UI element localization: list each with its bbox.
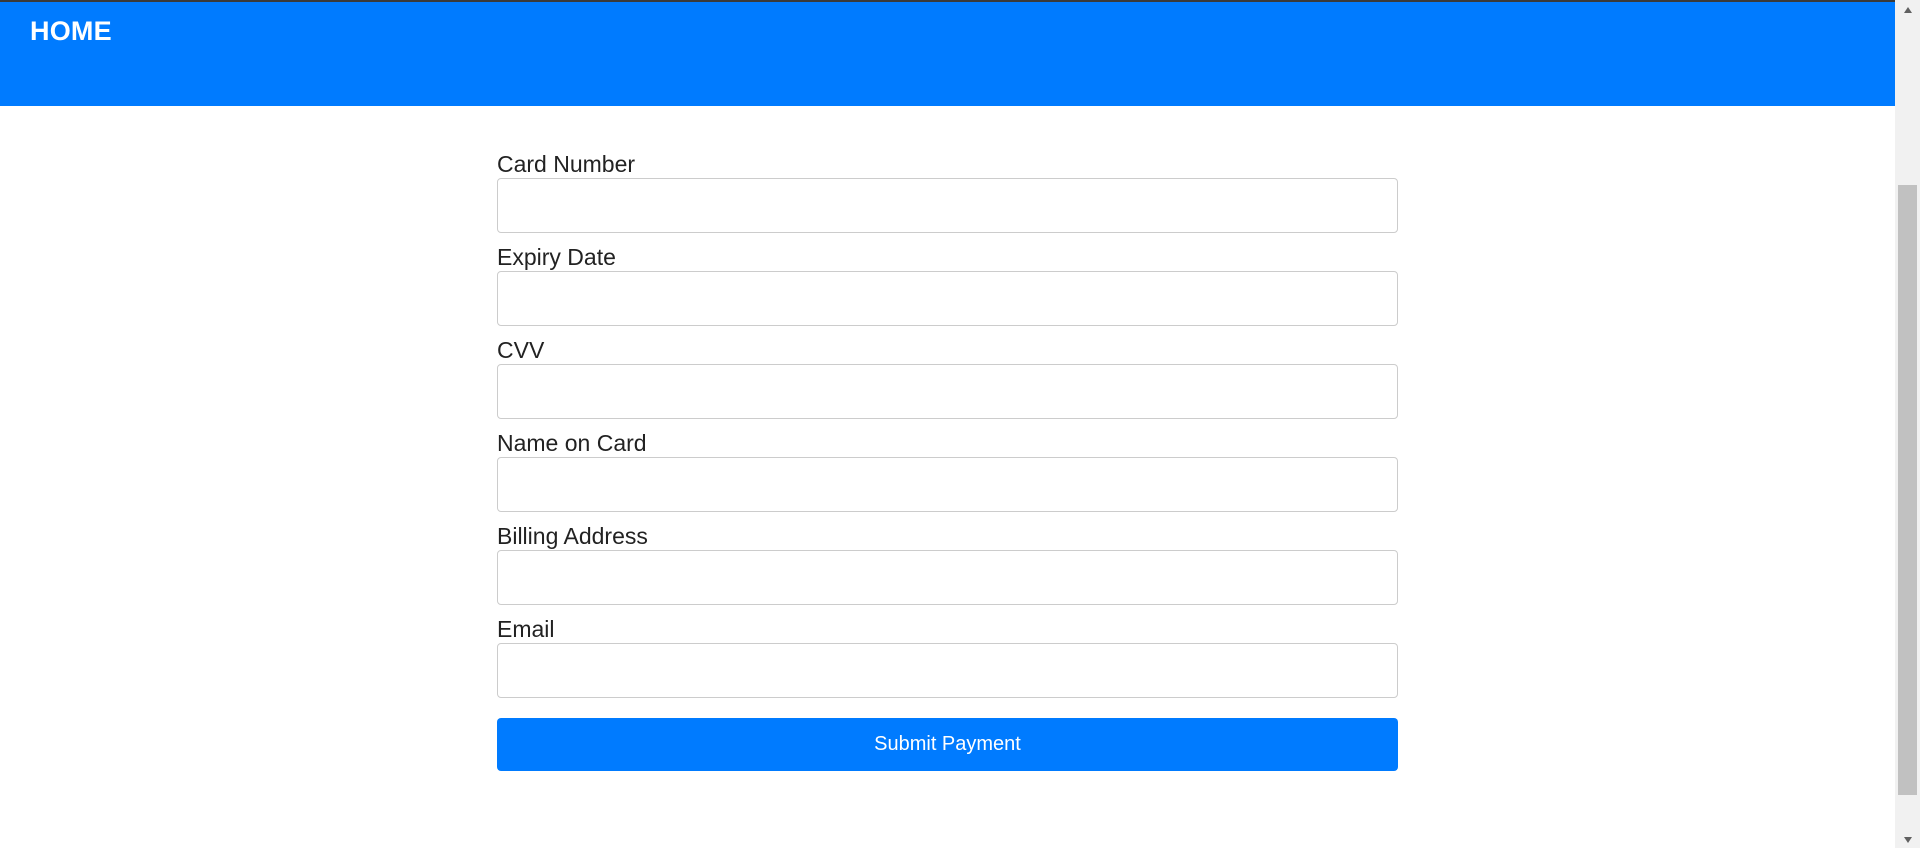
email-label: Email xyxy=(497,616,555,642)
cvv-field-group: CVV xyxy=(497,336,1398,419)
scrollbar-thumb[interactable] xyxy=(1898,185,1917,795)
expiry-date-input[interactable] xyxy=(497,271,1398,326)
name-on-card-input[interactable] xyxy=(497,457,1398,512)
cvv-label: CVV xyxy=(497,337,545,363)
card-number-field-group: Card Number xyxy=(497,150,1398,233)
scroll-down-button[interactable] xyxy=(1895,832,1920,848)
billing-address-label: Billing Address xyxy=(497,523,648,549)
expiry-date-field-group: Expiry Date xyxy=(497,243,1398,326)
triangle-down-icon xyxy=(1903,837,1912,843)
header-bar: HOME xyxy=(0,2,1895,106)
home-link[interactable]: HOME xyxy=(30,16,112,47)
payment-form: Card Number Expiry Date CVV Name on Card… xyxy=(497,150,1398,771)
billing-address-field-group: Billing Address xyxy=(497,522,1398,605)
vertical-scrollbar[interactable] xyxy=(1895,0,1920,848)
email-field-group: Email xyxy=(497,615,1398,698)
scroll-up-button[interactable] xyxy=(1895,2,1920,18)
submit-payment-button[interactable]: Submit Payment xyxy=(497,718,1398,771)
card-number-input[interactable] xyxy=(497,178,1398,233)
billing-address-input[interactable] xyxy=(497,550,1398,605)
triangle-up-icon xyxy=(1903,7,1912,13)
name-on-card-label: Name on Card xyxy=(497,430,647,456)
expiry-date-label: Expiry Date xyxy=(497,244,616,270)
name-on-card-field-group: Name on Card xyxy=(497,429,1398,512)
email-input[interactable] xyxy=(497,643,1398,698)
cvv-input[interactable] xyxy=(497,364,1398,419)
card-number-label: Card Number xyxy=(497,151,636,177)
